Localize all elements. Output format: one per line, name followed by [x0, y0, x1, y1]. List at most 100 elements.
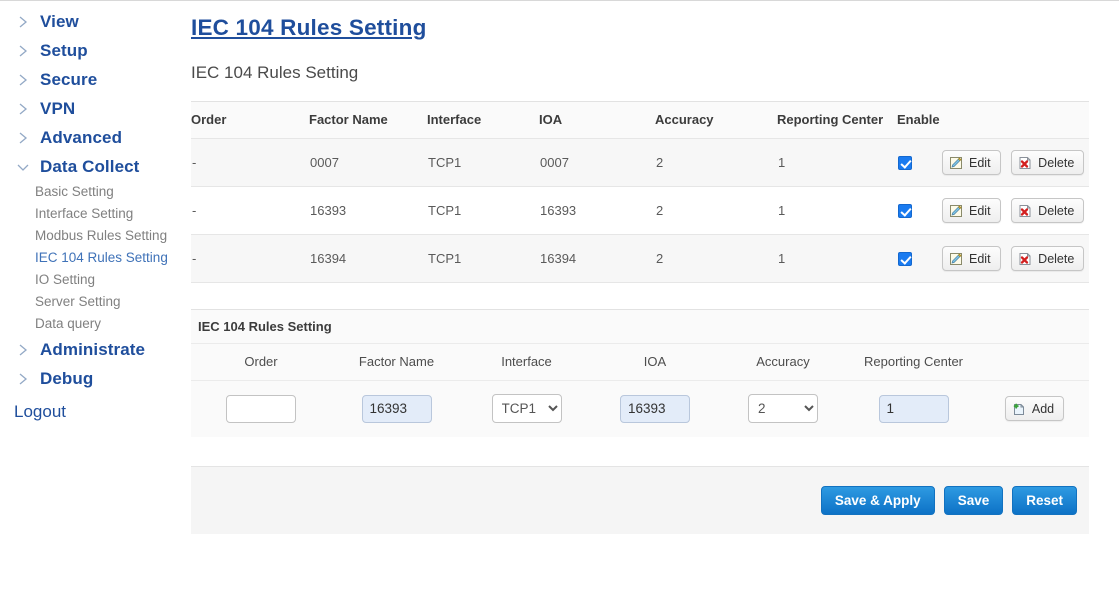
enable-checkbox[interactable]	[898, 252, 912, 267]
cell-accuracy: 2	[655, 186, 777, 235]
cell-interface: TCP1	[427, 138, 539, 187]
chevron-right-icon	[16, 44, 30, 58]
form-cell-factor-name	[331, 381, 462, 438]
cell-accuracy: 2	[655, 234, 777, 283]
chevron-right-icon	[16, 372, 30, 386]
cell-interface: TCP1	[427, 234, 539, 283]
pencil-edit-icon	[949, 156, 963, 170]
sidebar-item-secure[interactable]: Secure	[0, 65, 185, 94]
delete-button-label: Delete	[1038, 251, 1075, 266]
cell-enable	[897, 186, 942, 235]
sidebar-item-setup[interactable]: Setup	[0, 36, 185, 65]
form-body: TCP1 2	[191, 381, 1089, 438]
delete-button[interactable]: Delete	[1011, 150, 1085, 175]
sidebar-item-interface-setting[interactable]: Interface Setting	[0, 203, 185, 225]
sidebar-item-data-query[interactable]: Data query	[0, 313, 185, 335]
chevron-right-icon	[16, 73, 30, 87]
ioa-input[interactable]	[620, 394, 690, 423]
edit-button-label: Edit	[969, 251, 991, 266]
cell-factor-name: 0007	[309, 138, 427, 187]
chevron-right-icon	[16, 102, 30, 116]
table-row: - 16393 TCP1 16393 2 1 Edit Delete	[191, 186, 1089, 235]
interface-select[interactable]: TCP1	[491, 394, 562, 423]
form-col-actions	[980, 344, 1089, 381]
add-rule-panel-title: IEC 104 Rules Setting	[191, 310, 1089, 344]
delete-x-icon	[1018, 204, 1032, 218]
delete-button-label: Delete	[1038, 155, 1075, 170]
table-row: - 16394 TCP1 16394 2 1 Edit Delete	[191, 234, 1089, 283]
form-cell-accuracy: 2	[719, 381, 847, 438]
iec104-rules-table: Order Factor Name Interface IOA Accuracy…	[191, 101, 1089, 283]
save-button[interactable]: Save	[943, 486, 1004, 515]
sidebar-item-modbus-rules-setting[interactable]: Modbus Rules Setting	[0, 225, 185, 247]
sidebar-item-view[interactable]: View	[0, 7, 185, 36]
sidebar-item-io-setting[interactable]: IO Setting	[0, 269, 185, 291]
enable-checkbox[interactable]	[898, 204, 912, 219]
form-header: Order Factor Name Interface IOA Accuracy…	[191, 344, 1089, 381]
form-col-accuracy: Accuracy	[719, 344, 847, 381]
sidebar-item-basic-setting[interactable]: Basic Setting	[0, 181, 185, 203]
main-content: IEC 104 Rules Setting IEC 104 Rules Sett…	[191, 1, 1089, 591]
accuracy-select[interactable]: 2	[748, 394, 818, 423]
add-button[interactable]: Add	[1004, 396, 1065, 421]
sidebar-item-label: Debug	[40, 368, 94, 388]
table-header-row: Order Factor Name Interface IOA Accuracy…	[191, 101, 1089, 139]
form-col-interface: Interface	[462, 344, 591, 381]
delete-x-icon	[1018, 252, 1032, 266]
add-rule-panel: IEC 104 Rules Setting Order Factor Name …	[191, 309, 1089, 437]
col-accuracy: Accuracy	[655, 101, 777, 139]
chevron-right-icon	[16, 343, 30, 357]
edit-button[interactable]: Edit	[942, 150, 1001, 175]
form-cell-ioa	[591, 381, 719, 438]
edit-button-label: Edit	[969, 203, 991, 218]
sidebar-item-data-collect[interactable]: Data Collect	[0, 152, 185, 181]
edit-button[interactable]: Edit	[942, 246, 1001, 271]
add-page-icon	[1012, 402, 1026, 416]
col-factor-name: Factor Name	[309, 101, 427, 139]
enable-checkbox[interactable]	[898, 156, 912, 171]
cell-actions: Edit Delete	[942, 138, 1089, 187]
save-apply-button[interactable]: Save & Apply	[820, 486, 935, 515]
footer-actions: Save & Apply Save Reset	[191, 466, 1089, 534]
add-button-label: Add	[1031, 401, 1055, 416]
sidebar-item-iec-104-rules-setting[interactable]: IEC 104 Rules Setting	[0, 247, 185, 269]
cell-ioa: 16393	[539, 186, 655, 235]
sidebar-item-vpn[interactable]: VPN	[0, 94, 185, 123]
cell-factor-name: 16394	[309, 234, 427, 283]
col-order: Order	[191, 101, 309, 139]
app-window: View Setup Secure VPN Advanced Data Coll…	[0, 0, 1119, 591]
cell-reporting-center: 1	[777, 234, 897, 283]
sidebar-item-label: Secure	[40, 69, 98, 89]
logout-link[interactable]: Logout	[0, 402, 185, 422]
form-row: TCP1 2	[191, 381, 1089, 438]
cell-order: -	[191, 186, 309, 235]
sidebar-item-label: View	[40, 11, 79, 31]
order-input[interactable]	[226, 394, 296, 423]
sidebar: View Setup Secure VPN Advanced Data Coll…	[0, 1, 185, 591]
cell-reporting-center: 1	[777, 186, 897, 235]
delete-button[interactable]: Delete	[1011, 246, 1085, 271]
reset-button[interactable]: Reset	[1012, 486, 1077, 515]
form-col-reporting-center: Reporting Center	[847, 344, 980, 381]
reporting-center-input[interactable]	[878, 394, 949, 423]
cell-order: -	[191, 234, 309, 283]
edit-button[interactable]: Edit	[942, 198, 1001, 223]
delete-button[interactable]: Delete	[1011, 198, 1085, 223]
pencil-edit-icon	[949, 252, 963, 266]
factor-name-input[interactable]	[361, 394, 432, 423]
chevron-right-icon	[16, 15, 30, 29]
sidebar-item-server-setting[interactable]: Server Setting	[0, 291, 185, 313]
col-ioa: IOA	[539, 101, 655, 139]
edit-button-label: Edit	[969, 155, 991, 170]
sidebar-item-label: Administrate	[40, 339, 146, 359]
cell-accuracy: 2	[655, 138, 777, 187]
sidebar-item-administrate[interactable]: Administrate	[0, 335, 185, 364]
sidebar-item-label: Data Collect	[40, 156, 140, 176]
sidebar-item-debug[interactable]: Debug	[0, 364, 185, 393]
table-row: - 0007 TCP1 0007 2 1 Edit Delete	[191, 138, 1089, 187]
form-col-factor-name: Factor Name	[331, 344, 462, 381]
col-interface: Interface	[427, 101, 539, 139]
form-header-row: Order Factor Name Interface IOA Accuracy…	[191, 344, 1089, 381]
form-cell-actions: Add	[980, 381, 1089, 438]
sidebar-item-advanced[interactable]: Advanced	[0, 123, 185, 152]
